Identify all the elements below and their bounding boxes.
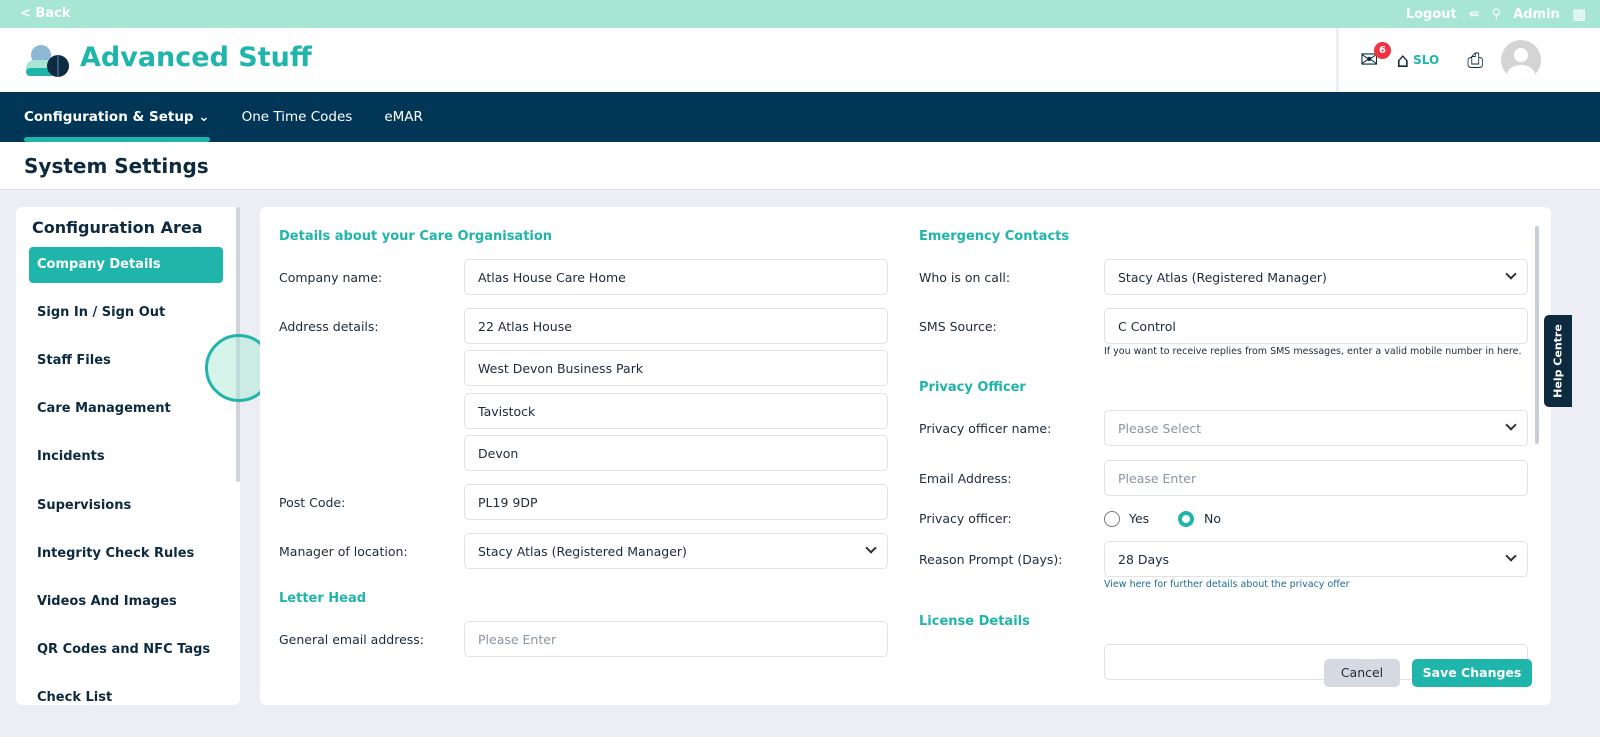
chevron-down-icon (865, 542, 877, 554)
radio-yes-label: Yes (1129, 511, 1150, 526)
apps-grid-icon[interactable]: ▦ (1572, 5, 1586, 23)
section-letter-head: Letter Head (279, 591, 367, 606)
sms-note: If you want to receive replies from SMS … (1104, 346, 1522, 357)
section-care-org: Details about your Care Organisation (279, 229, 553, 244)
company-name-input[interactable]: Atlas House Care Home (464, 259, 888, 295)
radio-no-label: No (1204, 511, 1221, 526)
main-nav: Configuration & Setup ⌄ One Time Codes e… (0, 92, 1600, 142)
brand-name: Advanced Stuff (80, 42, 312, 73)
sidebar-item-care-management[interactable]: Care Management (29, 391, 223, 427)
divider (1336, 28, 1339, 92)
admin-link[interactable]: Admin (1513, 7, 1560, 22)
back-link[interactable]: < Back (20, 6, 70, 21)
radio-yes[interactable] (1104, 511, 1120, 527)
address-line3-input[interactable]: Tavistock (464, 393, 888, 429)
save-changes-button[interactable]: Save Changes (1412, 659, 1532, 687)
sidebar-item-staff-files[interactable]: Staff Files (29, 343, 223, 379)
sms-source-input[interactable]: C Control (1104, 308, 1528, 344)
sidebar-item-qr-nfc[interactable]: QR Codes and NFC Tags (29, 632, 223, 668)
section-license: License Details (919, 614, 1030, 629)
privacy-details-link[interactable]: View here for further details about the … (1104, 579, 1350, 590)
section-emergency: Emergency Contacts (919, 229, 1070, 244)
mail-badge: 6 (1374, 41, 1391, 59)
main-scrollbar[interactable] (1535, 226, 1539, 444)
address-line2-input[interactable]: West Devon Business Park (464, 350, 888, 386)
nav-one-time-codes[interactable]: One Time Codes (242, 92, 353, 142)
radio-no[interactable] (1178, 511, 1194, 527)
manager-label: Manager of location: (279, 544, 408, 559)
search-icon[interactable]: ⚲ (1492, 7, 1502, 22)
nav-configuration-setup[interactable]: Configuration & Setup ⌄ (24, 92, 210, 142)
privacy-officer-select[interactable]: Please Select (1104, 410, 1528, 446)
home-icon: ⌂ (1396, 48, 1410, 72)
sidebar: Configuration Area Company Details Sign … (16, 207, 240, 705)
page-title: System Settings (24, 154, 209, 178)
manager-select[interactable]: Stacy Atlas (Registered Manager) (464, 533, 888, 569)
email-label: General email address: (279, 632, 425, 647)
chevron-down-icon (1505, 268, 1517, 280)
nav-emar[interactable]: eMAR (384, 92, 423, 142)
print-icon[interactable]: ⎙ (1467, 48, 1483, 72)
logout-link[interactable]: Logout (1406, 7, 1457, 22)
chevron-down-icon (1505, 419, 1517, 431)
mail-button[interactable]: ✉ 6 (1360, 41, 1391, 73)
address-line1-input[interactable]: 22 Atlas House (464, 308, 888, 344)
top-bar: < Back Logout ⇚ ⚲ Admin ▦ (0, 0, 1600, 28)
sidebar-item-sign-in-out[interactable]: Sign In / Sign Out (29, 295, 223, 331)
logout-icon[interactable]: ⇚ (1469, 7, 1480, 22)
section-privacy: Privacy Officer (919, 380, 1026, 395)
header: Advanced Stuff ✉ 6 ⌂ SLO ⎙ (0, 28, 1600, 92)
sidebar-item-company-details[interactable]: Company Details (29, 247, 223, 283)
sidebar-item-check-list[interactable]: Check List (29, 680, 223, 705)
reason-prompt-select[interactable]: 28 Days (1104, 541, 1528, 577)
sidebar-item-integrity-check[interactable]: Integrity Check Rules (29, 536, 223, 572)
sms-label: SMS Source: (919, 319, 997, 334)
cancel-button[interactable]: Cancel (1324, 659, 1400, 687)
sidebar-title: Configuration Area (32, 218, 203, 237)
avatar[interactable] (1501, 40, 1542, 80)
postcode-input[interactable]: PL19 9DP (464, 484, 888, 520)
privacy-email-input[interactable]: Please Enter (1104, 460, 1528, 496)
po-label: Privacy officer: (919, 511, 1012, 526)
postcode-label: Post Code: (279, 495, 346, 510)
address-line4-input[interactable]: Devon (464, 435, 888, 471)
help-centre-tab[interactable]: Help Centre (1544, 315, 1572, 407)
logo-icon (26, 45, 69, 77)
sidebar-item-incidents[interactable]: Incidents (29, 439, 223, 475)
sidebar-item-supervisions[interactable]: Supervisions (29, 488, 223, 524)
oncall-label: Who is on call: (919, 270, 1011, 285)
settings-panel: Details about your Care Organisation Com… (260, 207, 1551, 705)
reason-label: Reason Prompt (Days): (919, 552, 1063, 567)
po-email-label: Email Address: (919, 471, 1012, 486)
address-label: Address details: (279, 319, 379, 334)
oncall-select[interactable]: Stacy Atlas (Registered Manager) (1104, 259, 1528, 295)
home-button[interactable]: ⌂ SLO (1396, 48, 1439, 72)
company-label: Company name: (279, 270, 383, 285)
sidebar-item-videos-images[interactable]: Videos And Images (29, 584, 223, 620)
general-email-input[interactable]: Please Enter (464, 621, 888, 657)
po-name-label: Privacy officer name: (919, 421, 1052, 436)
home-label: SLO (1413, 53, 1440, 67)
chevron-down-icon (1505, 550, 1517, 562)
